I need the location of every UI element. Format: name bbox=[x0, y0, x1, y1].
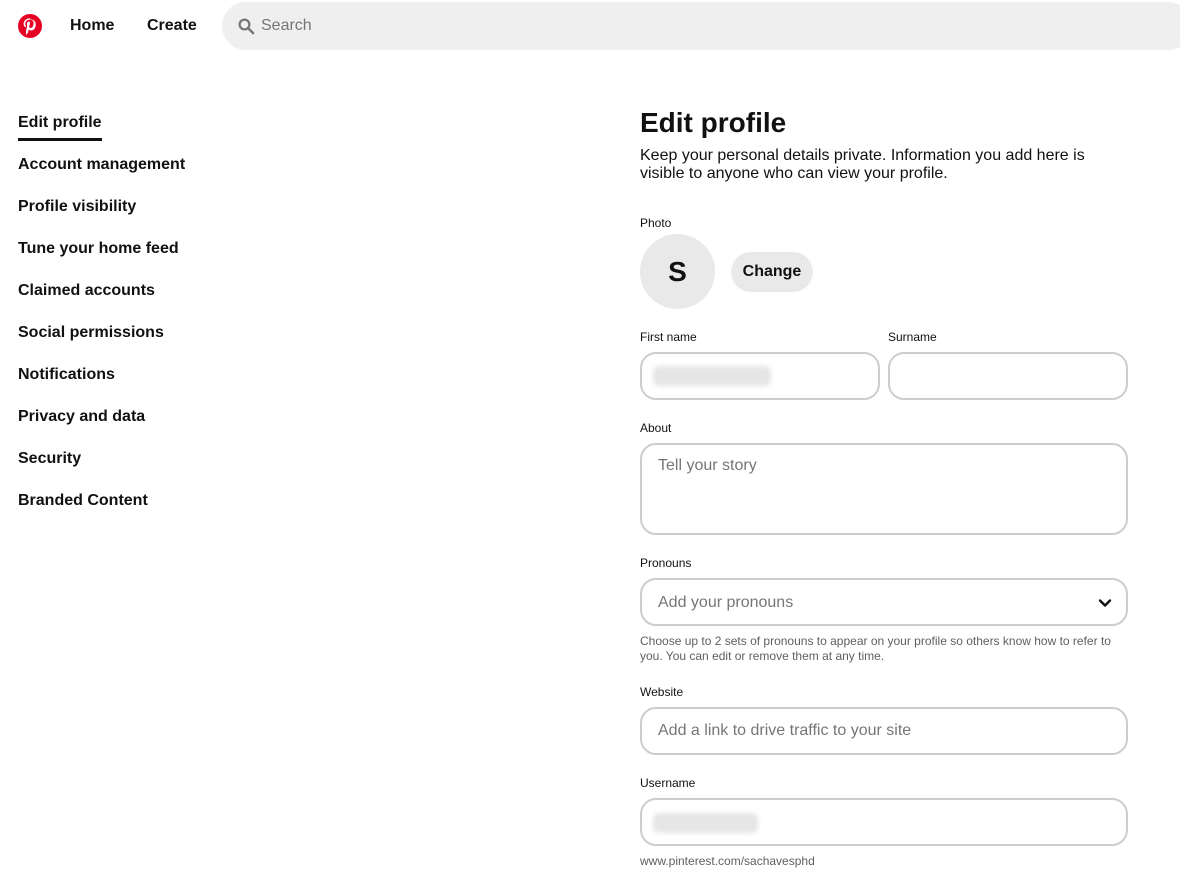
sidebar-item-label: Profile visibility bbox=[18, 198, 137, 215]
sidebar-item-label: Privacy and data bbox=[18, 408, 146, 425]
sidebar-item-label: Tune your home feed bbox=[18, 240, 179, 257]
settings-sidebar: Edit profile Account management Profile … bbox=[18, 112, 318, 532]
username-redacted-value bbox=[653, 813, 758, 833]
pronouns-help-text: Choose up to 2 sets of pronouns to appea… bbox=[640, 634, 1111, 663]
sidebar-item-label: Notifications bbox=[18, 366, 115, 383]
top-header: Home Create bbox=[0, 0, 1180, 52]
surname-label: Surname bbox=[888, 330, 937, 344]
about-textarea[interactable] bbox=[640, 443, 1128, 535]
sidebar-item-privacy-and-data[interactable]: Privacy and data bbox=[18, 406, 318, 448]
avatar-initial: S bbox=[668, 255, 687, 287]
search-icon bbox=[238, 18, 255, 35]
chevron-down-icon bbox=[1098, 599, 1112, 607]
first-name-redacted-value bbox=[653, 366, 771, 386]
sidebar-item-tune-home-feed[interactable]: Tune your home feed bbox=[18, 238, 318, 280]
surname-field[interactable] bbox=[888, 352, 1128, 400]
about-label: About bbox=[640, 421, 672, 435]
username-label: Username bbox=[640, 776, 696, 790]
sidebar-item-social-permissions[interactable]: Social permissions bbox=[18, 322, 318, 364]
website-label: Website bbox=[640, 685, 684, 699]
page-title: Edit profile bbox=[640, 107, 787, 138]
sidebar-item-branded-content[interactable]: Branded Content bbox=[18, 490, 318, 532]
page-description: Keep your personal details private. Info… bbox=[640, 147, 1085, 182]
photo-label: Photo bbox=[640, 216, 672, 230]
nav-home-link[interactable]: Home bbox=[70, 17, 114, 35]
search-input[interactable] bbox=[261, 2, 1061, 50]
pronouns-label: Pronouns bbox=[640, 556, 692, 570]
sidebar-item-security[interactable]: Security bbox=[18, 448, 318, 490]
nav-create-link[interactable]: Create bbox=[147, 17, 197, 35]
sidebar-item-label: Branded Content bbox=[18, 492, 148, 509]
sidebar-item-edit-profile[interactable]: Edit profile bbox=[18, 112, 318, 154]
sidebar-item-label: Social permissions bbox=[18, 324, 164, 341]
sidebar-item-label: Edit profile bbox=[18, 112, 102, 141]
avatar: S bbox=[640, 234, 715, 309]
website-field[interactable] bbox=[640, 707, 1128, 755]
search-bar[interactable] bbox=[222, 2, 1180, 50]
pronouns-placeholder: Add your pronouns bbox=[658, 594, 794, 611]
sidebar-item-label: Account management bbox=[18, 156, 186, 173]
change-photo-button[interactable]: Change bbox=[731, 252, 813, 292]
sidebar-item-claimed-accounts[interactable]: Claimed accounts bbox=[18, 280, 318, 322]
sidebar-item-profile-visibility[interactable]: Profile visibility bbox=[18, 196, 318, 238]
pinterest-logo-icon[interactable] bbox=[18, 14, 42, 38]
sidebar-item-label: Claimed accounts bbox=[18, 282, 155, 299]
pronouns-select[interactable]: Add your pronouns bbox=[640, 578, 1128, 626]
sidebar-item-account-management[interactable]: Account management bbox=[18, 154, 318, 196]
sidebar-item-notifications[interactable]: Notifications bbox=[18, 364, 318, 406]
sidebar-item-label: Security bbox=[18, 450, 82, 467]
first-name-label: First name bbox=[640, 330, 697, 344]
profile-url-text: www.pinterest.com/sachavesphd bbox=[640, 854, 815, 868]
